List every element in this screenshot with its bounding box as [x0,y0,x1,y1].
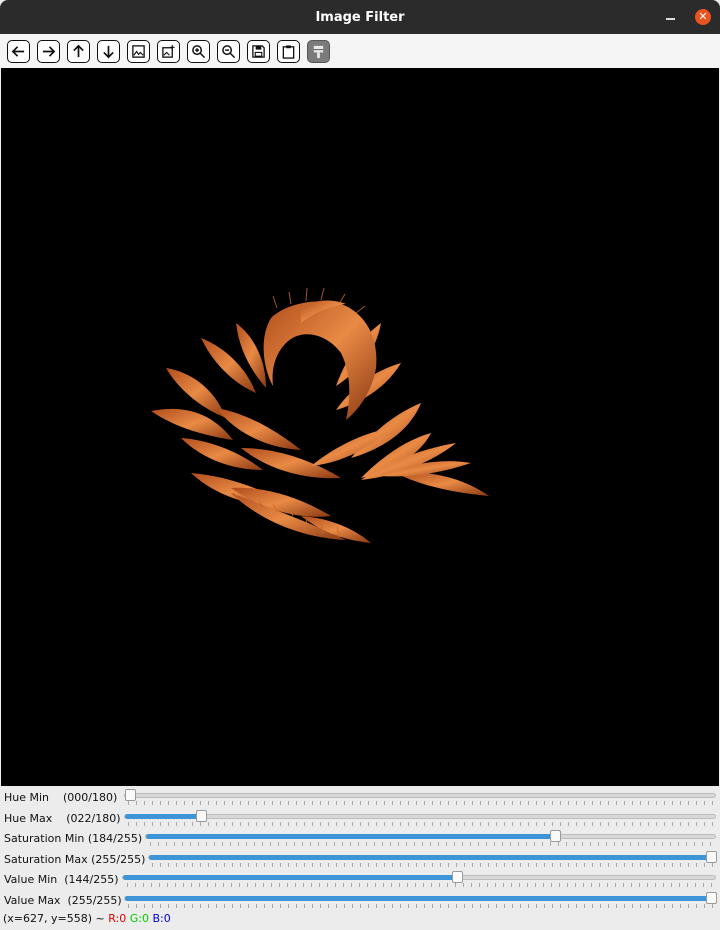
slider-handle[interactable] [196,809,207,822]
filtered-flower-image [151,287,489,543]
window-title: Image Filter [315,9,405,25]
zoom-in-icon [192,44,206,58]
back-arrow-button[interactable] [7,39,30,63]
trackbar-label: Hue Min (000/180) [4,791,118,804]
red-value: R:0 [108,912,127,925]
slider-ticks [128,801,716,805]
blue-value: B:0 [152,912,171,925]
trackbar-label: Saturation Min (184/255) [4,832,143,845]
slider-handle[interactable] [706,891,717,904]
zoom-out-icon [222,44,236,58]
slider-handle[interactable] [550,830,562,842]
trackbar-label: Value Max (255/255) [4,893,122,907]
trackbar-value-max: Value Max (255/255) [0,890,720,911]
up-arrow-button[interactable] [67,39,90,63]
forward-arrow-button[interactable] [37,39,60,63]
trackbar-label: Hue Max (022/180) [4,811,121,825]
image-button[interactable] [127,39,150,63]
image-add-icon [162,44,175,58]
slider-handle[interactable] [706,850,717,863]
clipboard-button[interactable] [277,39,300,63]
slider-saturation-min[interactable] [145,830,716,842]
slider-saturation-max[interactable] [148,850,717,863]
green-value: G:0 [129,912,149,925]
slider-hue-min[interactable] [124,789,716,801]
title-bar: Image Filter ✕ [0,0,720,34]
save-button[interactable] [247,39,270,63]
slider-hue-max[interactable] [124,809,716,822]
zoom-out-button[interactable] [217,39,240,63]
slider-ticks [150,842,716,846]
down-arrow-button[interactable] [97,39,120,63]
image-add-button[interactable] [157,39,180,63]
trackbar-label: Saturation Max (255/255) [4,852,146,866]
image-canvas[interactable] [1,68,719,786]
forward-arrow-icon [42,45,56,57]
slider-fill [149,854,711,860]
image-icon [132,44,145,58]
slider-fill [146,834,556,839]
up-arrow-icon [73,44,84,57]
trackbar-hue-min: Hue Min (000/180) [0,787,720,808]
down-arrow-icon [103,45,114,58]
slider-value-min[interactable] [122,871,716,883]
zoom-in-button[interactable] [187,39,210,63]
trackbar-label: Value Min (144/255) [4,873,119,886]
clipboard-icon [282,44,295,59]
cursor-coordinates: (x=627, y=558) ~ [3,912,109,925]
paint-brush-icon [313,45,324,58]
slider-fill [123,875,458,880]
slider-fill [125,813,201,819]
slider-ticks [127,883,716,887]
slider-handle[interactable] [125,789,136,801]
slider-ticks [152,862,716,867]
trackbar-panel: Hue Min (000/180) Hue Max (022/180) Satu… [0,787,720,910]
trackbar-hue-max: Hue Max (022/180) [0,808,720,829]
slider-handle[interactable] [452,871,464,883]
back-arrow-icon [11,45,25,57]
paint-brush-button[interactable] [307,39,330,63]
minimize-button[interactable] [662,9,678,25]
status-bar: (x=627, y=558) ~ R:0 G:0 B:0 [3,912,171,925]
toolbar [0,34,720,68]
trackbar-value-min: Value Min (144/255) [0,869,720,890]
save-icon [252,44,265,58]
slider-value-max[interactable] [124,891,717,904]
slider-fill [125,895,711,901]
slider-ticks [128,903,716,908]
image-filter-window: Image Filter ✕ Hue Min (000/180) Hue Max… [0,0,720,930]
trackbar-saturation-max: Saturation Max (255/255) [0,849,720,870]
trackbar-saturation-min: Saturation Min (184/255) [0,828,720,849]
close-button[interactable]: ✕ [695,9,711,25]
slider-ticks [128,821,716,826]
